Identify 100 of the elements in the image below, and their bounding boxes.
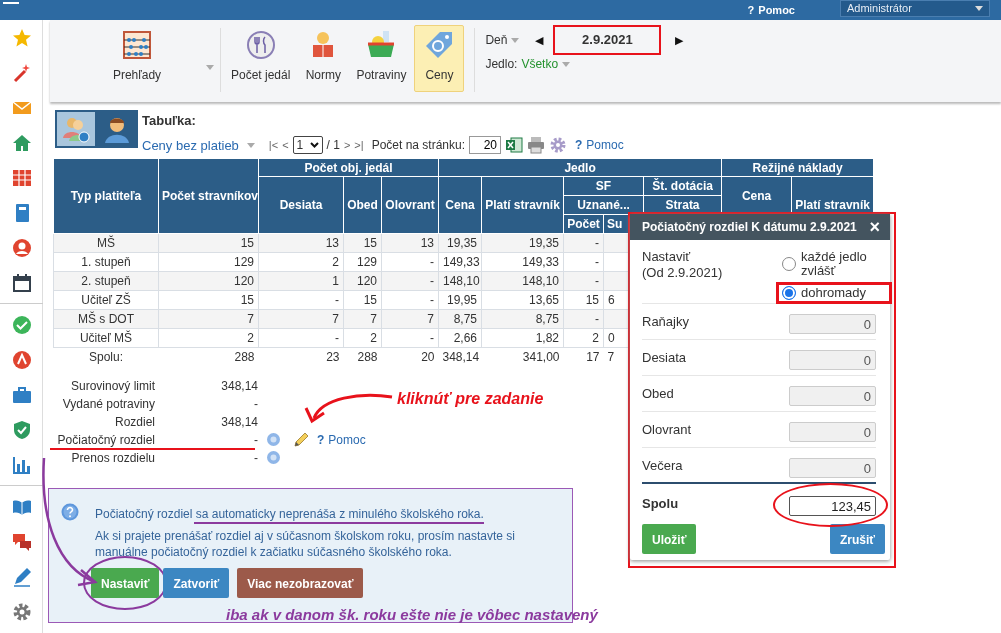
help-link[interactable]: Pomoc — [758, 1, 795, 19]
number-field: 0 — [789, 422, 876, 442]
caret-icon[interactable] — [206, 65, 214, 70]
summary-value: - — [253, 395, 258, 413]
annotation-text: kliknúť pre zadanie — [397, 389, 544, 409]
print-icon[interactable] — [527, 136, 545, 155]
star-icon[interactable] — [11, 27, 32, 48]
radio-button[interactable] — [782, 286, 796, 300]
calendar-icon[interactable] — [11, 272, 32, 293]
table-cell: 15 — [158, 290, 259, 310]
field-label: Olovrant — [642, 421, 692, 439]
table-cell: 1,82 — [481, 328, 564, 348]
field-label: Nastaviť — [642, 249, 692, 265]
help-icon — [61, 502, 79, 521]
settings-icon[interactable] — [549, 136, 567, 155]
number-field: 0 — [789, 386, 876, 406]
module-tab[interactable]: Potraviny — [352, 25, 411, 92]
radio-label[interactable]: každé jedlo zvlášť — [801, 250, 871, 278]
table-cell: 129 — [158, 252, 259, 272]
column-header: Platí stravník — [481, 176, 564, 234]
notice-detail: Ak si prajete prenášať rozdiel aj v súčasnom školskom roku, prosím nastavte si manuálne počiatočný rozdiel k začiatku súčasného školského roka. — [95, 527, 516, 560]
page-select[interactable]: 1 — [292, 136, 323, 155]
help-link[interactable]: Pomoc — [328, 430, 366, 449]
first-page-link[interactable]: |< — [268, 137, 279, 154]
next-day-button[interactable]: ▶ — [675, 31, 684, 49]
table-cell: Učiteľ ZŠ — [53, 290, 159, 310]
table-cell: 15 — [343, 290, 382, 310]
meal-dropdown[interactable]: Všetko — [521, 55, 571, 73]
table-cell: 2,66 — [438, 328, 482, 348]
per-page-field[interactable]: 20 — [469, 136, 501, 155]
module-tab[interactable]: Ceny — [414, 25, 465, 92]
number-field: 0 — [789, 350, 876, 370]
notice-button[interactable]: Zatvoriť — [163, 567, 230, 598]
home-icon[interactable] — [11, 132, 32, 153]
table-cell: 15 — [563, 290, 604, 310]
badge-icon[interactable] — [11, 349, 32, 370]
next-page-link[interactable]: > — [343, 137, 351, 154]
field-label: Desiata — [642, 349, 687, 367]
column-header: Cena — [438, 176, 482, 234]
summary-label: Rozdiel — [113, 413, 155, 431]
summary-value: 348,14 — [220, 413, 258, 431]
last-page-link[interactable]: >| — [354, 137, 364, 154]
pencil-icon[interactable] — [293, 431, 309, 448]
table-cell: 2 — [563, 328, 604, 348]
check-icon[interactable] — [11, 314, 32, 335]
table-cell: - — [381, 328, 439, 348]
summary-value: 348,14 — [220, 377, 258, 395]
overview-button[interactable]: Prehľady — [98, 25, 176, 92]
notice-button[interactable]: Viac nezobrazovať — [237, 567, 364, 598]
chart-icon[interactable] — [11, 454, 32, 475]
number-field[interactable]: 123,45 — [789, 496, 876, 516]
prev-page-link[interactable]: < — [282, 137, 289, 154]
help-link[interactable]: Pomoc — [586, 136, 624, 155]
table-cell: 2 — [343, 328, 382, 348]
summary-label: Počiatočný rozdiel — [56, 431, 155, 449]
settings-icon[interactable] — [11, 601, 32, 622]
table-cell: 13,65 — [481, 290, 564, 310]
column-header: Režijné náklady — [721, 158, 874, 177]
spreadsheet-icon[interactable] — [505, 136, 523, 155]
table-cell: - — [258, 290, 344, 310]
date-field[interactable]: 2.9.2021 — [553, 25, 662, 55]
view-dropdown[interactable]: Ceny bez platieb — [142, 135, 255, 155]
field-label: Večera — [642, 457, 683, 475]
view-tab[interactable] — [57, 112, 95, 146]
briefcase-icon[interactable] — [11, 384, 32, 405]
table-cell: Učiteľ MŠ — [53, 328, 159, 348]
summary-label: Surovinový limit — [69, 377, 155, 395]
caret-icon — [975, 6, 983, 11]
table-cell: - — [381, 252, 439, 272]
column-header: Obed — [343, 176, 382, 234]
radio-label[interactable]: dohromady — [801, 286, 867, 300]
wand-icon[interactable] — [11, 62, 32, 83]
radio-button[interactable] — [782, 257, 796, 271]
page-total: / 1 — [326, 137, 340, 155]
help-icon: ? — [747, 1, 755, 19]
table-cell: 2 — [258, 252, 344, 272]
grid-icon[interactable] — [11, 167, 32, 188]
table-cell: 149,33 — [481, 252, 564, 272]
module-tab[interactable]: Počet jedál — [227, 25, 295, 92]
meal-label: Jedlo: — [485, 56, 518, 73]
module-tab[interactable]: Normy — [298, 25, 349, 92]
shield-icon[interactable] — [11, 419, 32, 440]
table-cell: - — [258, 328, 344, 348]
table-cell: - — [563, 252, 604, 272]
summary-value: - — [253, 431, 258, 449]
summary-label: Prenos rozdielu — [70, 449, 155, 467]
help-icon: ? — [575, 136, 583, 155]
cancel-button[interactable]: Zrušiť — [829, 524, 885, 554]
table-cell: - — [381, 290, 439, 310]
basket-icon — [366, 30, 397, 60]
summary-value: - — [253, 449, 258, 467]
pen-icon[interactable] — [11, 566, 32, 587]
column-header: Olovrant — [381, 176, 439, 234]
user-dropdown[interactable]: Administrátor — [840, 0, 990, 17]
field-label: Raňajky — [642, 313, 689, 331]
prev-day-button[interactable]: ◀ — [535, 31, 544, 49]
day-dropdown[interactable]: Deň — [485, 31, 520, 49]
field-label: Obed — [642, 385, 674, 403]
chat-icon[interactable] — [11, 531, 32, 552]
person-icon[interactable] — [11, 237, 32, 258]
